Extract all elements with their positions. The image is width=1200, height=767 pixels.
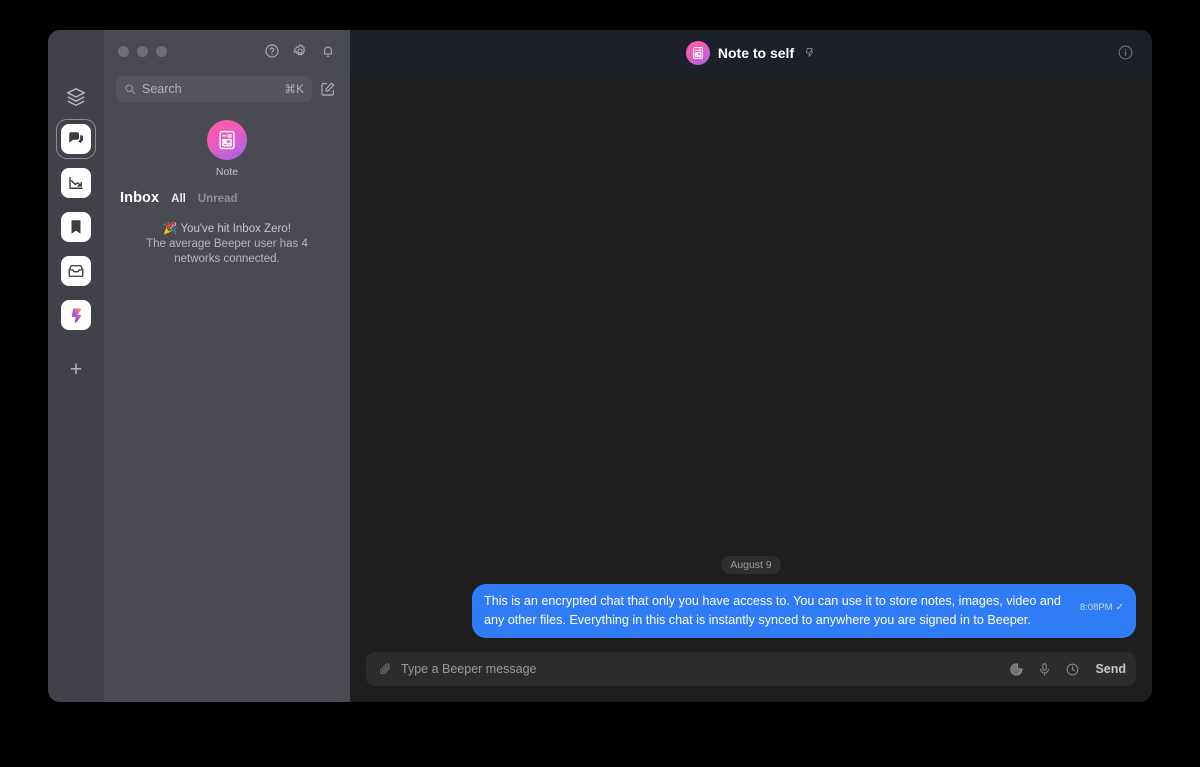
layers-icon[interactable] — [65, 86, 87, 108]
add-account-button[interactable]: + — [61, 354, 91, 384]
note-avatar-icon — [207, 120, 247, 160]
chat-title-group[interactable]: Note to self — [685, 40, 816, 65]
gear-icon[interactable] — [292, 43, 308, 59]
desktop-background: + Search ⌘K Note Inbox All Unread 🎉 You'… — [0, 0, 1200, 767]
inbox-zero-text: You've hit Inbox Zero! — [180, 223, 291, 235]
composer-actions: Send — [1009, 662, 1126, 677]
bell-icon[interactable] — [320, 43, 336, 59]
chat-pane: Note to self August 9 8:08PM ✓ This is a… — [350, 30, 1152, 702]
help-circle-icon[interactable] — [264, 43, 280, 59]
inbox-tabs: Inbox All Unread — [104, 178, 350, 206]
inbox-title: Inbox — [120, 190, 160, 206]
app-rail: + — [48, 30, 104, 702]
microphone-icon[interactable] — [1037, 662, 1052, 677]
page-title: Note to self — [717, 44, 795, 61]
beeper-network-icon — [802, 46, 816, 60]
send-button[interactable]: Send — [1093, 662, 1126, 676]
inbox-empty-state: 🎉 You've hit Inbox Zero! The average Bee… — [104, 206, 350, 267]
message-composer[interactable]: Type a Beeper message Send — [366, 652, 1136, 686]
schedule-clock-icon[interactable] — [1065, 662, 1080, 677]
window-titlebar — [104, 30, 350, 72]
search-row: Search ⌘K — [104, 72, 350, 102]
date-pill: August 9 — [721, 556, 781, 574]
message-timestamp: 8:08PM — [1079, 602, 1113, 613]
message-status-tick: ✓ — [1115, 602, 1124, 613]
beeper-app-window: + Search ⌘K Note Inbox All Unread 🎉 You'… — [48, 30, 1152, 702]
search-shortcut: ⌘K — [284, 84, 304, 96]
titlebar-actions — [264, 43, 336, 59]
search-placeholder: Search — [142, 82, 182, 96]
minimize-button[interactable] — [137, 45, 148, 57]
info-circle-icon[interactable] — [1117, 44, 1134, 61]
zoom-button[interactable] — [156, 45, 167, 57]
tab-all[interactable]: All — [171, 193, 186, 205]
chat-list-sidebar: Search ⌘K Note Inbox All Unread 🎉 You've… — [104, 30, 350, 702]
composer-wrap: Type a Beeper message Send — [350, 646, 1152, 702]
search-icon — [124, 83, 136, 95]
inbox-zero-headline: 🎉 You've hit Inbox Zero! — [122, 222, 332, 237]
message-meta: 8:08PM ✓ — [1080, 598, 1124, 617]
sidebar-item-chats[interactable] — [56, 119, 96, 159]
inbox-zero-subtext: The average Beeper user has 4 networks c… — [146, 238, 308, 265]
chat-header: Note to self — [350, 30, 1152, 76]
message-row: 8:08PM ✓ This is an encrypted chat that … — [366, 584, 1136, 638]
close-button[interactable] — [118, 45, 129, 57]
note-to-self-entry[interactable]: Note — [104, 102, 350, 178]
note-label: Note — [215, 166, 239, 178]
message-input[interactable]: Type a Beeper message — [401, 662, 1000, 676]
party-popper-icon: 🎉 — [163, 223, 178, 235]
sidebar-item-archive[interactable] — [61, 256, 91, 286]
search-input[interactable]: Search ⌘K — [116, 76, 312, 102]
sidebar-item-saved[interactable] — [61, 212, 91, 242]
compose-icon[interactable] — [320, 81, 336, 97]
tab-unread[interactable]: Unread — [198, 193, 238, 205]
sidebar-item-trends[interactable] — [61, 168, 91, 198]
date-separator: August 9 — [366, 556, 1136, 574]
message-bubble-outgoing[interactable]: 8:08PM ✓ This is an encrypted chat that … — [472, 584, 1136, 638]
sidebar-item-beeper[interactable] — [61, 300, 91, 330]
paperclip-icon[interactable] — [378, 662, 392, 676]
traffic-lights — [118, 45, 167, 57]
chat-avatar — [685, 40, 710, 65]
message-text: This is an encrypted chat that only you … — [484, 594, 1061, 627]
message-list[interactable]: August 9 8:08PM ✓ This is an encrypted c… — [350, 76, 1152, 646]
sticker-icon[interactable] — [1009, 662, 1024, 677]
